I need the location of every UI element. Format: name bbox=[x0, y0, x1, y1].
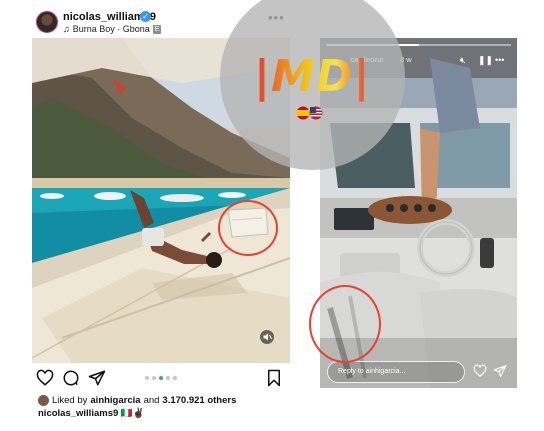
carousel-dot bbox=[145, 376, 149, 380]
pause-icon[interactable]: ❚❚ bbox=[478, 55, 493, 66]
verified-badge-icon: ✓ bbox=[140, 11, 151, 22]
avatar[interactable] bbox=[36, 11, 58, 33]
comment-icon[interactable] bbox=[62, 369, 80, 387]
music-note-icon: ♫ bbox=[63, 24, 70, 34]
send-icon[interactable] bbox=[493, 364, 507, 378]
likes-and: and bbox=[143, 395, 160, 406]
liker-username[interactable]: ainhigarcia bbox=[90, 395, 140, 406]
heart-icon[interactable] bbox=[473, 364, 487, 378]
caption: nicolas_williams9 🇮🇹✌🏿 bbox=[38, 408, 145, 419]
carousel-dot bbox=[159, 376, 163, 380]
liker-avatar[interactable] bbox=[38, 395, 49, 406]
mute-icon[interactable] bbox=[260, 330, 274, 344]
explicit-badge: E bbox=[152, 24, 162, 34]
story-reply-input[interactable]: Reply to ainhigarcia... bbox=[327, 361, 465, 383]
caption-text: 🇮🇹✌🏿 bbox=[120, 408, 145, 419]
flags-icon bbox=[296, 106, 323, 120]
more-icon[interactable]: ••• bbox=[495, 55, 504, 65]
likes-prefix: Liked by bbox=[52, 395, 88, 406]
carousel-dot bbox=[152, 376, 156, 380]
caption-username[interactable]: nicolas_williams9 bbox=[38, 408, 118, 419]
likes-line: Liked by ainhigarcia and 3.170.921 other… bbox=[38, 395, 236, 406]
audio-line[interactable]: ♫ Burna Boy · Gbona E bbox=[63, 24, 162, 34]
watermark-logo: |MD| bbox=[254, 51, 371, 102]
audio-label: Burna Boy · Gbona bbox=[72, 24, 150, 34]
carousel-dots bbox=[145, 376, 177, 380]
carousel-dot bbox=[173, 376, 177, 380]
carousel-dot bbox=[166, 376, 170, 380]
likes-count[interactable]: 3.170.921 others bbox=[162, 395, 236, 406]
share-icon[interactable] bbox=[88, 369, 106, 387]
bookmark-icon[interactable] bbox=[265, 369, 283, 387]
post-action-bar bbox=[32, 366, 290, 390]
annotation-circle bbox=[218, 200, 278, 256]
reply-placeholder: Reply to ainhigarcia... bbox=[338, 368, 406, 375]
annotation-circle bbox=[309, 285, 381, 363]
mute-icon[interactable]: 🔇︎ bbox=[460, 55, 466, 66]
heart-icon[interactable] bbox=[36, 369, 54, 387]
